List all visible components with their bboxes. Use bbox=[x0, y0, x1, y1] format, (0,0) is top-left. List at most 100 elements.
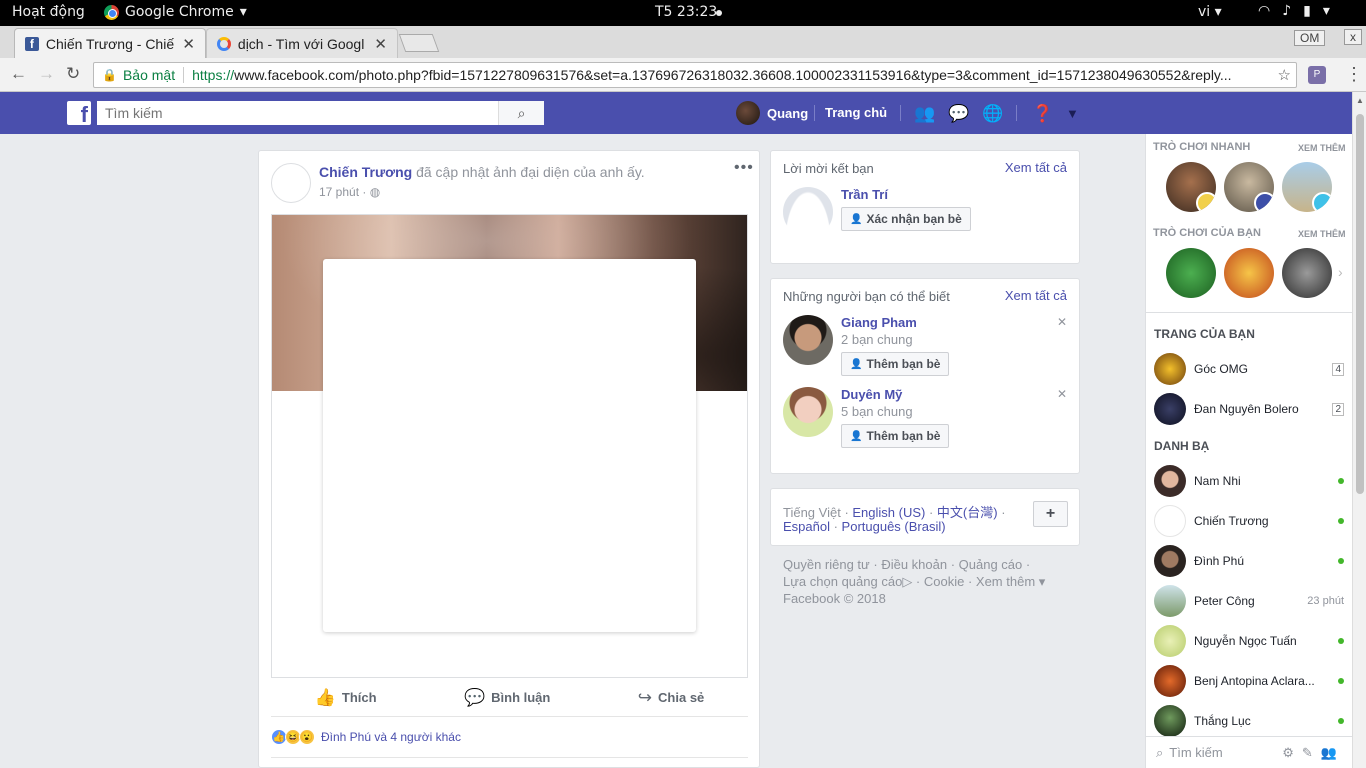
account-menu-chevron-icon[interactable]: ▼ bbox=[1066, 106, 1079, 121]
post-timestamp[interactable]: 17 phút · ◍ bbox=[319, 185, 380, 199]
game-thumbnail[interactable] bbox=[1282, 248, 1332, 298]
secure-label[interactable]: Bảo mật bbox=[123, 67, 175, 83]
language-link[interactable]: 中文(台灣) bbox=[937, 505, 998, 520]
new-tab-button[interactable] bbox=[398, 34, 440, 52]
footer-link[interactable]: Cookie bbox=[924, 574, 964, 589]
contact-item[interactable]: Chiến Trương bbox=[1154, 504, 1344, 538]
avatar[interactable] bbox=[783, 387, 833, 437]
chrome-menu-icon[interactable]: ⋮ bbox=[1345, 64, 1363, 85]
reload-icon[interactable]: ↻ bbox=[66, 64, 80, 84]
scrollbar-thumb[interactable] bbox=[1356, 114, 1364, 494]
more-options-icon[interactable]: ••• bbox=[734, 159, 754, 177]
window-om-button[interactable]: OM bbox=[1294, 30, 1326, 46]
volume-icon: ♪ bbox=[1282, 3, 1292, 19]
compose-icon[interactable]: ✎ bbox=[1302, 745, 1321, 760]
post-photo[interactable] bbox=[271, 214, 748, 678]
contact-item[interactable]: Thắng Lục bbox=[1154, 704, 1344, 738]
game-badge-icon bbox=[1254, 192, 1274, 212]
game-thumbnail[interactable] bbox=[1224, 248, 1274, 298]
notification-count: 2 bbox=[1332, 402, 1344, 416]
divider bbox=[814, 105, 815, 121]
scroll-up-icon[interactable]: ▲ bbox=[1356, 96, 1364, 105]
close-icon[interactable]: ✕ bbox=[374, 35, 387, 53]
add-friend-button[interactable]: 👤 Thêm bạn bè bbox=[841, 352, 950, 376]
search-input[interactable] bbox=[97, 101, 498, 125]
avatar bbox=[1154, 393, 1186, 425]
person-name[interactable]: Duyên Mỹ bbox=[841, 387, 902, 402]
share-button[interactable]: ↪ Chia sẻ bbox=[638, 688, 705, 708]
confirm-friend-button[interactable]: 👤 Xác nhận bạn bè bbox=[841, 207, 971, 231]
activities-button[interactable]: Hoạt động bbox=[12, 4, 85, 20]
gear-icon[interactable]: ⚙ bbox=[1282, 745, 1302, 760]
search-icon[interactable]: ⌕ bbox=[498, 101, 544, 125]
contact-name: Nam Nhi bbox=[1194, 474, 1241, 488]
chat-search[interactable]: ⌕ Tìm kiếm ⚙✎👥 bbox=[1146, 736, 1353, 768]
avatar[interactable] bbox=[783, 187, 833, 237]
extension-icon[interactable]: P bbox=[1308, 66, 1326, 84]
game-thumbnail[interactable] bbox=[1224, 162, 1274, 212]
tab-google[interactable]: dịch - Tìm với Googl ✕ bbox=[206, 28, 398, 58]
add-friend-button[interactable]: 👤 Thêm bạn bè bbox=[841, 424, 950, 448]
author-name[interactable]: Chiến Trương bbox=[319, 164, 412, 180]
contact-name: Nguyễn Ngọc Tuấn bbox=[1194, 634, 1297, 648]
see-more-link[interactable]: XEM THÊM bbox=[1298, 143, 1346, 153]
mutual-friends[interactable]: 2 bạn chung bbox=[841, 332, 913, 347]
forward-icon[interactable]: → bbox=[38, 64, 55, 84]
omnibox[interactable]: 🔒 Bảo mật https://www.facebook.com/photo… bbox=[93, 62, 1297, 88]
game-thumbnail[interactable] bbox=[1166, 248, 1216, 298]
current-language: Tiếng Việt bbox=[783, 505, 841, 520]
page-item[interactable]: Góc OMG 4 bbox=[1154, 352, 1344, 386]
help-icon[interactable]: ❓ bbox=[1032, 104, 1053, 124]
contact-item[interactable]: Benj Antopina Aclara... bbox=[1154, 664, 1344, 698]
contact-item[interactable]: Nguyễn Ngọc Tuấn bbox=[1154, 624, 1344, 658]
friend-requests-icon[interactable]: 👥 bbox=[914, 104, 935, 124]
tab-facebook[interactable]: f Chiến Trương - Chiế ✕ bbox=[14, 28, 206, 58]
see-all-link[interactable]: Xem tất cả bbox=[1005, 160, 1067, 175]
avatar[interactable] bbox=[783, 315, 833, 365]
facebook-logo-icon[interactable]: f bbox=[67, 101, 91, 127]
input-language[interactable]: vi ▾ bbox=[1198, 4, 1222, 20]
url-rest: www.facebook.com/photo.php?fbid=15712278… bbox=[234, 67, 1232, 83]
dismiss-icon[interactable]: ✕ bbox=[1057, 387, 1067, 401]
language-link[interactable]: English (US) bbox=[852, 505, 925, 520]
person-name[interactable]: Trần Trí bbox=[841, 187, 888, 202]
page-scrollbar[interactable]: ▲ bbox=[1352, 92, 1366, 768]
footer-link[interactable]: Lựa chọn quảng cáo bbox=[783, 574, 902, 589]
group-icon[interactable]: 👥 bbox=[1321, 745, 1345, 760]
comment-button[interactable]: 💬 Bình luận bbox=[464, 688, 550, 708]
see-more-link[interactable]: XEM THÊM bbox=[1298, 229, 1346, 239]
notifications-globe-icon[interactable]: 🌐 bbox=[982, 104, 1003, 124]
window-close-button[interactable]: x bbox=[1344, 29, 1362, 45]
mutual-friends[interactable]: 5 bạn chung bbox=[841, 404, 913, 419]
game-thumbnail[interactable] bbox=[1282, 162, 1332, 212]
contact-item[interactable]: Đình Phú bbox=[1154, 544, 1344, 578]
see-all-link[interactable]: Xem tất cả bbox=[1005, 288, 1067, 303]
dismiss-icon[interactable]: ✕ bbox=[1057, 315, 1067, 329]
footer-link[interactable]: Xem thêm bbox=[976, 574, 1035, 589]
profile-link[interactable]: Quang bbox=[736, 101, 808, 125]
chevron-right-icon[interactable]: › bbox=[1338, 264, 1343, 280]
footer-link[interactable]: Điều khoản bbox=[881, 557, 947, 572]
person-name[interactable]: Giang Pham bbox=[841, 315, 917, 330]
more-languages-button[interactable]: + bbox=[1033, 501, 1068, 527]
contact-item[interactable]: Peter Công 23 phút bbox=[1154, 584, 1344, 618]
app-menu[interactable]: Google Chrome ▾ bbox=[104, 4, 247, 20]
bookmark-star-icon[interactable]: ☆ bbox=[1278, 66, 1291, 84]
language-link[interactable]: Español bbox=[783, 519, 830, 534]
contact-item[interactable]: Nam Nhi bbox=[1154, 464, 1344, 498]
home-link[interactable]: Trang chủ bbox=[825, 105, 887, 120]
game-thumbnail[interactable] bbox=[1166, 162, 1216, 212]
reactions-summary[interactable]: 👍 😆 😮 Đình Phú và 4 người khác bbox=[271, 729, 461, 745]
clock[interactable]: T5 23:23 bbox=[655, 4, 717, 20]
language-link[interactable]: Português (Brasil) bbox=[842, 519, 946, 534]
footer-link[interactable]: Quyền riêng tư bbox=[783, 557, 870, 572]
system-tray[interactable]: ◠ ♪ ▮ ▾ bbox=[1258, 3, 1330, 19]
close-icon[interactable]: ✕ bbox=[182, 35, 195, 53]
page-item[interactable]: Đan Nguyên Bolero 2 bbox=[1154, 392, 1344, 426]
footer-link[interactable]: Quảng cáo bbox=[959, 557, 1023, 572]
author-avatar[interactable] bbox=[271, 163, 311, 203]
like-button[interactable]: 👍 Thích bbox=[315, 688, 377, 708]
url-text[interactable]: https://www.facebook.com/photo.php?fbid=… bbox=[192, 67, 1267, 83]
messenger-icon[interactable]: 💬 bbox=[948, 104, 969, 124]
back-icon[interactable]: ← bbox=[10, 64, 27, 84]
